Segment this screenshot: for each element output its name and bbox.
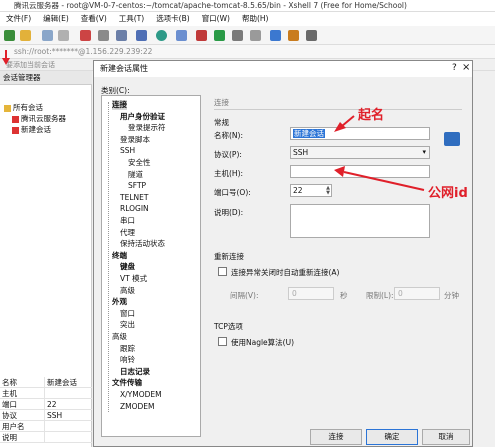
host-annotation: 公网id — [428, 186, 468, 201]
host-arrowhead — [334, 166, 345, 177]
annotation-arrows — [2, 50, 425, 191]
name-annotation: 起名 — [358, 108, 385, 123]
host-arrow — [343, 171, 425, 191]
toolbar-arrowhead — [2, 58, 10, 65]
name-arrow — [341, 115, 355, 127]
